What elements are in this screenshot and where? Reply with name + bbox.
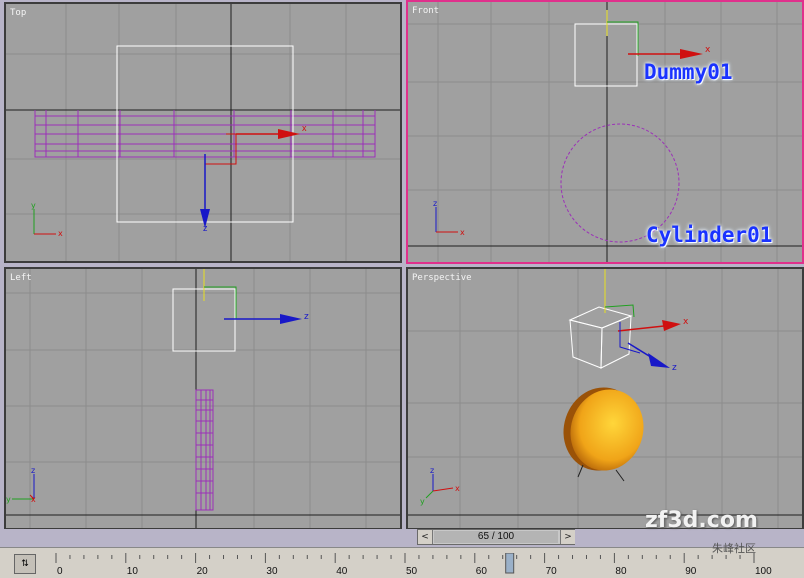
svg-text:x: x (58, 229, 63, 238)
svg-text:y: y (31, 201, 36, 210)
ruler-label: 70 (546, 566, 558, 577)
key-filter-icon[interactable]: ⇅ (14, 554, 36, 574)
ruler-label: 20 (197, 566, 209, 577)
ruler-label: 80 (615, 566, 627, 577)
move-gizmo-front[interactable]: x (606, 10, 711, 59)
ruler-label: 60 (476, 566, 488, 577)
ruler-label: 50 (406, 566, 418, 577)
cylinder01-perspective-shaded[interactable] (553, 378, 654, 482)
viewport-top[interactable]: Top x z y x (4, 2, 402, 263)
ruler-label: 90 (685, 566, 697, 577)
left-view-scene: z z y x (6, 269, 400, 528)
frame-ruler[interactable]: 0 10 20 30 40 50 60 70 80 90 100 (52, 553, 804, 577)
track-bar[interactable]: ⇅ 0 10 20 30 40 50 60 70 80 90 100 (0, 547, 804, 578)
svg-text:x: x (455, 484, 460, 493)
grid (6, 269, 400, 528)
cylinder01-left-wire[interactable] (195, 389, 214, 511)
viewport-perspective[interactable]: Perspective x z z x y (406, 267, 804, 530)
ruler-label: 10 (127, 566, 139, 577)
svg-text:z: z (433, 199, 437, 208)
move-gizmo-perspective[interactable]: x z (604, 269, 689, 373)
viewport-label-front[interactable]: Front (412, 6, 439, 16)
dummy01-label: Dummy01 (644, 60, 733, 84)
axis-tripod-perspective: z x y (420, 466, 460, 506)
current-frame-marker[interactable] (505, 553, 515, 574)
dummy01-front-box[interactable] (574, 23, 638, 87)
svg-text:z: z (430, 466, 434, 475)
viewport-label-perspective[interactable]: Perspective (412, 273, 472, 283)
viewport-left[interactable]: Left z z y x (4, 267, 402, 530)
viewport-label-top[interactable]: Top (10, 8, 26, 18)
svg-text:y: y (6, 495, 11, 504)
top-view-scene: x z y x (6, 4, 400, 261)
watermark-subtitle: 朱峰社区 (712, 542, 756, 555)
axis-tripod-left: z y x (6, 466, 36, 504)
time-slider[interactable]: < 65 / 100 > (417, 529, 575, 545)
viewport-label-left[interactable]: Left (10, 273, 32, 283)
svg-text:y: y (420, 497, 425, 506)
svg-text:z: z (304, 312, 309, 322)
axis-tripod-top: y x (31, 201, 63, 238)
ruler-label: 40 (336, 566, 348, 577)
watermark-logo: zf3d.com (645, 508, 758, 533)
ruler-label: 0 (57, 566, 63, 577)
gizmo-z-label: z (203, 223, 208, 233)
cylinder01-label: Cylinder01 (646, 223, 773, 247)
cylinder01-top-wire[interactable] (34, 110, 376, 158)
svg-text:x: x (705, 45, 711, 55)
viewport-front[interactable]: Front Dummy01 Cylinder01 x z x (406, 0, 804, 264)
next-frame-button[interactable]: > (560, 530, 575, 544)
gizmo-x-label: x (302, 123, 307, 133)
svg-text:x: x (683, 317, 689, 327)
dummy01-perspective-box[interactable] (568, 306, 633, 369)
move-gizmo-left[interactable]: z (203, 269, 309, 324)
ruler-label: 100 (755, 566, 772, 577)
perspective-view-scene: x z z x y (408, 269, 802, 528)
svg-text:x: x (460, 228, 465, 237)
svg-text:z: z (31, 466, 35, 475)
svg-text:z: z (672, 363, 677, 373)
ruler-label: 30 (266, 566, 278, 577)
svg-text:x: x (31, 495, 36, 504)
prev-frame-button[interactable]: < (418, 530, 433, 544)
frame-readout[interactable]: 65 / 100 (434, 531, 558, 543)
